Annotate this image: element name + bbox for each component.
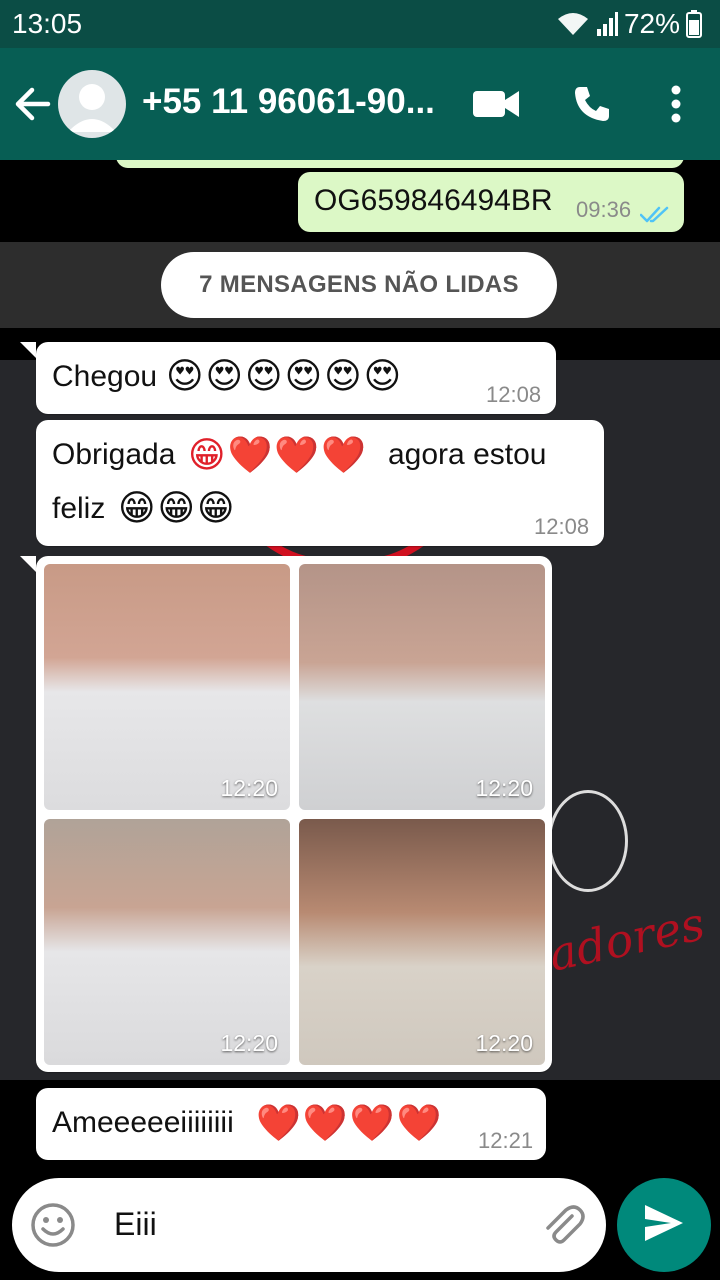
attach-icon[interactable] (540, 1202, 586, 1253)
bubble-tail (20, 556, 36, 572)
battery-level: 72% (623, 8, 680, 39)
contact-name[interactable]: +55 11 96061-90... (142, 82, 452, 122)
more-options-icon[interactable] (650, 78, 702, 130)
incoming-message[interactable]: Obrigada 😁❤️❤️❤️ agora estou feliz 😁😁😁 1… (36, 420, 604, 546)
incoming-message[interactable]: Ameeeeeiiiiiiii ❤️❤️❤️❤️ 12:21 (36, 1088, 546, 1160)
unread-messages-banner: 7 MENSAGENS NÃO LIDAS (161, 252, 557, 318)
grin-hearts-emoji: 😁❤️❤️❤️ (188, 435, 369, 476)
chat-area[interactable]: OG659846494BR 09:36 7 MENSAGENS NÃO LIDA… (0, 160, 720, 1280)
read-receipt-icon (639, 198, 672, 232)
status-bar: 13:05 72% (0, 0, 720, 48)
message-time: 12:08 (534, 514, 590, 539)
message-input-text[interactable]: Eiii (114, 1206, 157, 1243)
incoming-message[interactable]: Chegou 😍😍😍😍😍😍 12:08 (36, 342, 556, 414)
message-text: feliz (52, 492, 106, 525)
photo-time: 12:20 (475, 775, 533, 801)
chat-header: +55 11 96061-90... (0, 48, 720, 160)
status-icons: 72% (556, 8, 702, 40)
signal-icon (596, 11, 618, 37)
voice-call-icon[interactable] (566, 78, 618, 130)
bubble-tail (20, 342, 36, 358)
message-text: Obrigada (52, 438, 176, 471)
message-time: 12:08 (486, 382, 542, 407)
video-call-icon[interactable] (470, 78, 522, 130)
photo-time: 12:20 (220, 1030, 278, 1056)
photo-time: 12:20 (475, 1030, 533, 1056)
previous-outgoing-bubble[interactable] (116, 160, 684, 168)
photo-thumbnail[interactable]: 12:20 (44, 819, 290, 1065)
send-icon (643, 1203, 685, 1248)
photo-thumbnail[interactable]: 12:20 (44, 564, 290, 810)
message-text: Ameeeeeiiiiiiii (52, 1106, 234, 1139)
send-button[interactable] (617, 1178, 711, 1272)
photo-thumbnail[interactable]: 12:20 (299, 819, 545, 1065)
photo-time: 12:20 (220, 775, 278, 801)
message-text: Chegou (52, 360, 158, 393)
photo-thumbnail[interactable]: 12:20 (299, 564, 545, 810)
message-text: agora estou (388, 438, 547, 471)
emoji-icon[interactable] (30, 1202, 76, 1253)
wifi-icon (556, 11, 590, 37)
status-time: 13:05 (12, 8, 83, 39)
heart-eyes-emoji: 😍😍😍😍😍😍 (166, 356, 404, 397)
message-time: 09:36 (576, 197, 632, 222)
wallpaper-ring (548, 790, 628, 892)
message-time: 12:21 (478, 1128, 534, 1153)
contact-avatar[interactable] (58, 70, 126, 138)
tracking-code-text: OG659846494BR (314, 184, 553, 217)
message-input-box[interactable]: Eiii (12, 1178, 606, 1272)
grin-emoji: 😁😁😁 (118, 488, 237, 529)
red-heart-emoji: ❤️❤️❤️❤️ (256, 1103, 444, 1144)
back-arrow-icon[interactable] (12, 82, 52, 126)
tracking-code-message[interactable]: OG659846494BR 09:36 (298, 172, 684, 232)
battery-icon (686, 10, 702, 38)
